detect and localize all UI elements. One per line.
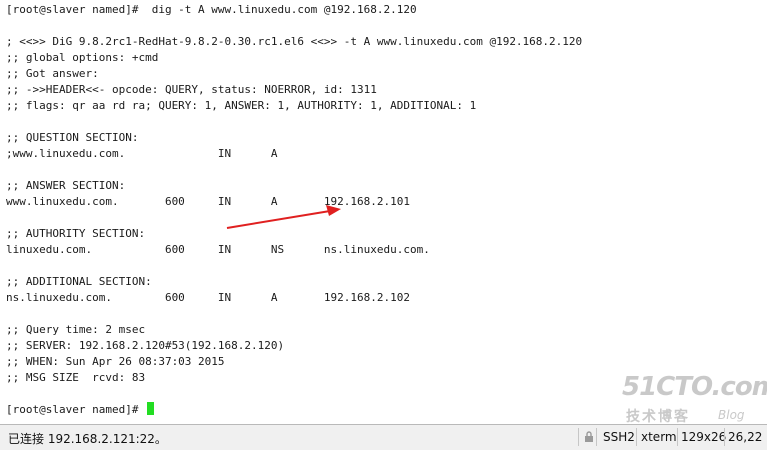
red-arrow-annotation [226,205,341,229]
watermark-blog-text: Blog [718,408,745,422]
connection-status: 已连接 192.168.2.121:22。 [8,432,167,446]
status-bar: 已连接 192.168.2.121:22。 SSH2 xterm 129x26 … [0,424,767,450]
status-separator [596,428,597,446]
status-separator [636,428,637,446]
watermark-main-text: 51CTO.com [622,372,767,402]
status-separator [578,428,579,446]
terminal-type-status: xterm [641,430,677,444]
protocol-status: SSH2 [603,430,635,444]
watermark-logo: 51CTO.com 技术博客 Blog [622,372,767,424]
terminal-size-status: 129x26 [681,430,727,444]
watermark-sub-text: 技术博客 [626,409,690,424]
terminal-window[interactable]: [root@slaver named]# dig -t A www.linuxe… [0,0,767,424]
status-separator [724,428,725,446]
status-separator [677,428,678,446]
lock-icon [585,431,593,442]
cursor-position-status: 26,22 [728,430,763,444]
